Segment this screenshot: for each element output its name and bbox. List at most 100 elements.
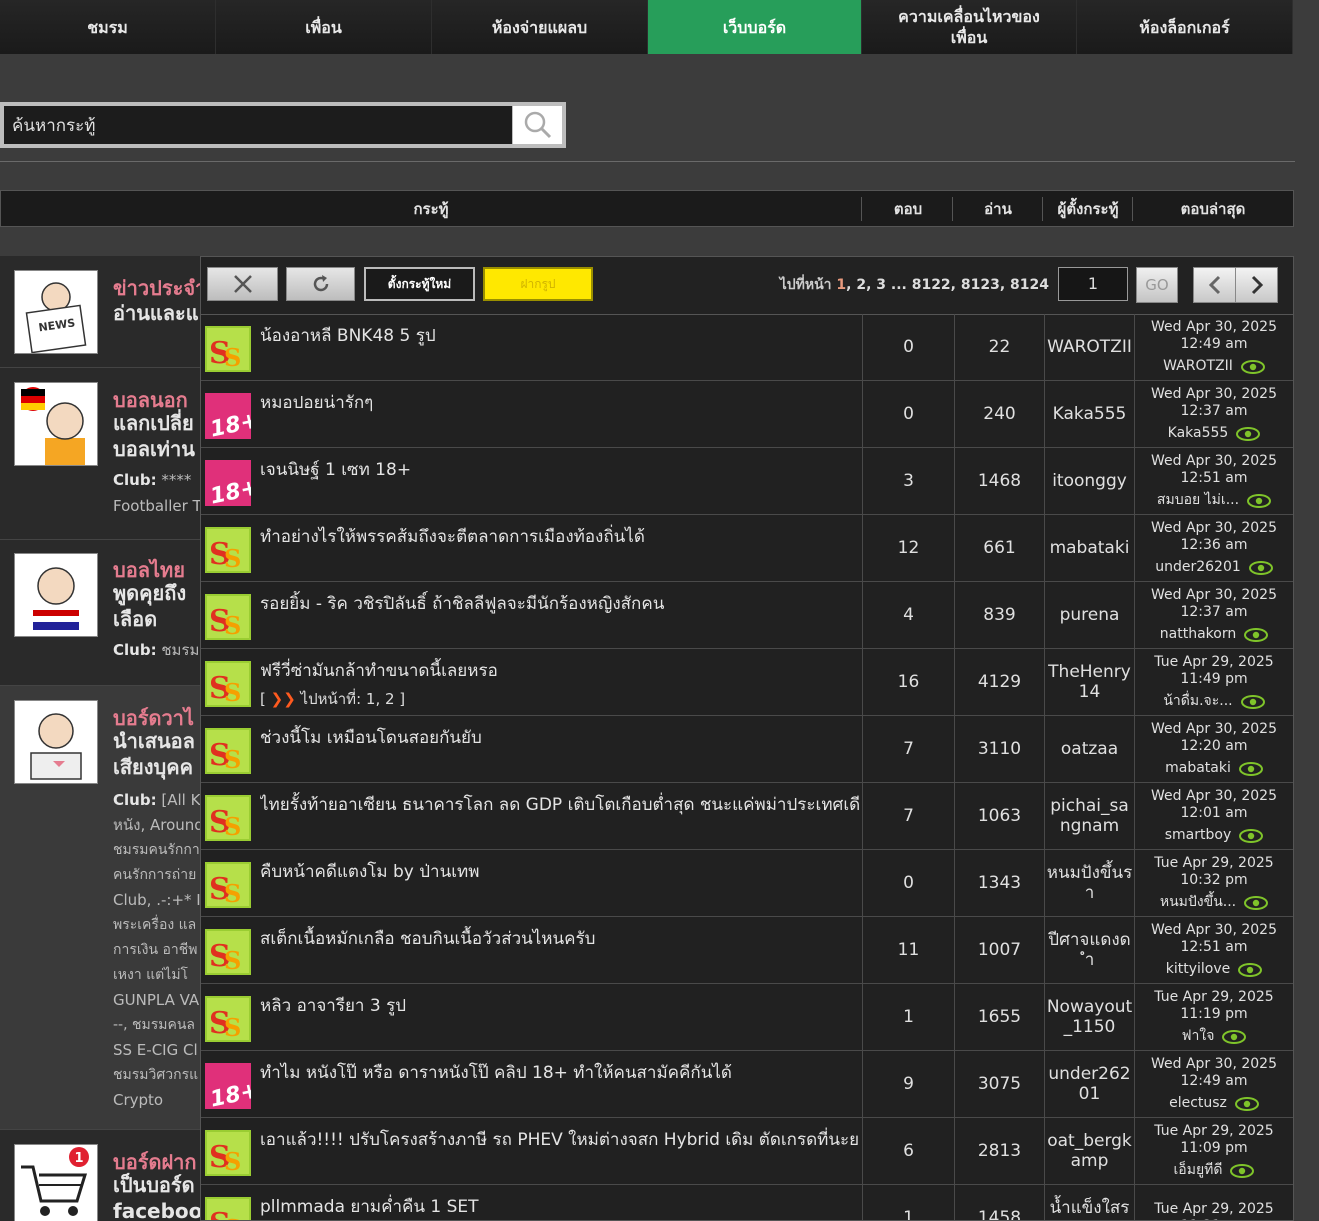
- topic-subject[interactable]: ทำไม หนังโป๊ หรือ ดาราหนังโป๊ คลิป 18+ ท…: [260, 1059, 860, 1086]
- last-reply-user[interactable]: smartboy: [1165, 827, 1232, 844]
- prev-page-button[interactable]: [1193, 267, 1236, 303]
- club-meta: หนัง, Around: [113, 816, 200, 834]
- eye-icon[interactable]: [1248, 560, 1273, 575]
- topic-author[interactable]: oatzaa: [1044, 716, 1134, 782]
- club-item[interactable]: บอลนอก แลกเปลี่ย บอลเท่าน Club: **** Foo…: [0, 368, 200, 540]
- tab-webboard[interactable]: เว็บบอร์ด: [648, 0, 862, 54]
- search-button[interactable]: [513, 106, 562, 144]
- topic-subject[interactable]: สเต็กเนื้อหมักเกลือ ชอบกินเนื้อวัวส่วนไห…: [260, 925, 860, 952]
- next-page-button[interactable]: [1235, 267, 1278, 303]
- last-reply-user[interactable]: ฟาใจ: [1182, 1028, 1215, 1045]
- ss-icon: SS: [205, 1130, 251, 1176]
- last-reply-user[interactable]: kittyilove: [1166, 961, 1231, 978]
- table-row[interactable]: S S ช่วงนี้โม เหมือนโดนสอยกันยับ 7 3110 oatza…: [201, 716, 1293, 783]
- last-reply-user[interactable]: natthakorn: [1160, 626, 1236, 643]
- eye-icon[interactable]: [1247, 493, 1272, 508]
- eye-icon[interactable]: [1239, 828, 1264, 843]
- last-reply-user[interactable]: Kaka555: [1168, 425, 1229, 442]
- topic-author[interactable]: oat_bergkamp: [1044, 1118, 1134, 1184]
- table-row[interactable]: 18+ หมอปอยน่ารักๆ 0 240 Kaka555 Wed Apr 30, 2…: [201, 381, 1293, 448]
- topic-subject[interactable]: คืบหน้าคดีแตงโม by ป่านเทพ: [260, 858, 860, 885]
- page-number-input[interactable]: 1: [1058, 267, 1128, 301]
- last-reply: Wed Apr 30, 2025 12:49 am WAROTZII: [1134, 314, 1293, 380]
- table-row[interactable]: S S ไทยรั้งท้ายอาเซียน ธนาคารโลก ลด GDP เต…: [201, 783, 1293, 850]
- go-button[interactable]: GO: [1136, 267, 1178, 303]
- eye-icon[interactable]: [1230, 1163, 1255, 1178]
- topic-subject[interactable]: ทำอย่างไรให้พรรคส้มถึงจะตีตลาดการเมืองท้…: [260, 523, 860, 550]
- tab-club[interactable]: ชมรม: [0, 0, 216, 54]
- tab-chat-room[interactable]: ห้องจ่ายแผลบ: [432, 0, 648, 54]
- eye-icon[interactable]: [1238, 761, 1263, 776]
- last-reply-user[interactable]: สมบอย ไม่เ...: [1157, 492, 1239, 509]
- topic-subject[interactable]: หลิว อาจารียา 3 รูป: [260, 992, 860, 1019]
- club-item[interactable]: NEWS ข่าวประจำ อ่านและแ: [0, 256, 200, 368]
- table-row[interactable]: S S รอยยิ้ม - ริค วชิรปิลันธิ์ ถ้าชิลลีฟูล…: [201, 582, 1293, 649]
- topic-subject[interactable]: น้องอาหลี BNK48 5 รูป: [260, 322, 860, 349]
- topic-author[interactable]: น้ำแข็งใสราด: [1044, 1185, 1134, 1220]
- club-item[interactable]: บอร์ดวาไ นำเสนอล เสียงบุคค Club: [All K …: [0, 686, 200, 1130]
- eye-icon[interactable]: [1222, 1029, 1247, 1044]
- last-reply-user[interactable]: WAROTZII: [1163, 358, 1233, 375]
- read-count: 22: [954, 314, 1044, 380]
- last-reply-user[interactable]: เอ็มยูทีดี: [1174, 1162, 1223, 1179]
- table-row[interactable]: SS pllmmada ยามค่ำคืน 1 SET11458น้ำแข็งใส…: [201, 1185, 1293, 1220]
- topic-subject[interactable]: เจนนิษฐ์ 1 เซท 18+: [260, 456, 860, 483]
- topic-author[interactable]: pichai_sangnam: [1044, 783, 1134, 849]
- eye-icon[interactable]: [1238, 962, 1263, 977]
- table-row[interactable]: S S ฟรีวี่ซ่ามันกล้าทำขนาดนี้เลยหรอ [ ❯❯ ไป…: [201, 649, 1293, 716]
- topic-author[interactable]: Kaka555: [1044, 381, 1134, 447]
- topic-subject[interactable]: รอยยิ้ม - ริค วชิรปิลันธิ์ ถ้าชิลลีฟูลจะ…: [260, 590, 860, 617]
- table-header: กระทู้ ตอบ อ่าน ผู้ตั้งกระทู้ ตอบล่าสุด: [0, 190, 1294, 227]
- last-reply-user[interactable]: mabataki: [1165, 760, 1231, 777]
- eye-icon[interactable]: [1244, 627, 1269, 642]
- topic-page-links[interactable]: 1, 2: [366, 690, 395, 708]
- table-row[interactable]: S S เอาแล้ว!!!! ปรับโครงสร้างภาษี รถ PHEV …: [201, 1118, 1293, 1185]
- tab-friends[interactable]: เพื่อน: [216, 0, 432, 54]
- upload-image-button[interactable]: ฝากรูป: [483, 267, 593, 301]
- last-reply-user[interactable]: electusz: [1169, 1095, 1227, 1112]
- topic-author[interactable]: Nowayout_1150: [1044, 984, 1134, 1050]
- table-row[interactable]: S S หลิว อาจารียา 3 รูป 1 1655 Nowayout_1150 T…: [201, 984, 1293, 1051]
- topic-subject[interactable]: ไทยรั้งท้ายอาเซียน ธนาคารโลก ลด GDP เติบ…: [260, 791, 860, 818]
- club-meta: Club: ****: [113, 471, 192, 489]
- club-meta: GUNPLA VAI: [113, 991, 200, 1009]
- board-toolbar: ตั้งกระทู้ใหม่ ฝากรูป ไปที่หน้า 1, 2, 3 …: [201, 257, 1293, 315]
- eye-icon[interactable]: [1236, 426, 1261, 441]
- topic-subject[interactable]: หมอปอยน่ารักๆ: [260, 389, 860, 416]
- eye-icon[interactable]: [1240, 359, 1265, 374]
- topic-author[interactable]: mabataki: [1044, 515, 1134, 581]
- topic-author[interactable]: หนมปังขึ้นรา: [1044, 850, 1134, 916]
- last-reply-user[interactable]: หนมปังขึ้น...: [1160, 894, 1236, 911]
- topic-author[interactable]: under26201: [1044, 1051, 1134, 1117]
- eye-icon[interactable]: [1234, 1096, 1259, 1111]
- last-reply-user[interactable]: น้าดื่ม.จะ...: [1163, 693, 1232, 710]
- eye-icon[interactable]: [1240, 694, 1265, 709]
- close-button[interactable]: [207, 267, 278, 301]
- table-row[interactable]: S S ทำอย่างไรให้พรรคส้มถึงจะตีตลาดการเมือง…: [201, 515, 1293, 582]
- refresh-button[interactable]: [286, 267, 355, 301]
- topic-author[interactable]: itoonggy: [1044, 448, 1134, 514]
- page-links[interactable]: , 2, 3 ... 8122, 8123, 8124: [846, 277, 1049, 293]
- topic-subject[interactable]: ช่วงนี้โม เหมือนโดนสอยกันยับ: [260, 724, 860, 751]
- table-row[interactable]: S S สเต็กเนื้อหมักเกลือ ชอบกินเนื้อวัวส่วน…: [201, 917, 1293, 984]
- last-reply-user[interactable]: under26201: [1155, 559, 1241, 576]
- tab-friend-activity[interactable]: ความเคลื่อนไหวของเพื่อน: [862, 0, 1077, 54]
- topic-subject[interactable]: ฟรีวี่ซ่ามันกล้าทำขนาดนี้เลยหรอ: [260, 657, 860, 684]
- topic-author[interactable]: TheHenry14: [1044, 649, 1134, 715]
- club-item[interactable]: 1 บอร์ดฝาก เป็นบอร์ด faceboo: [0, 1130, 200, 1221]
- topic-subject[interactable]: เอาแล้ว!!!! ปรับโครงสร้างภาษี รถ PHEV ให…: [260, 1126, 860, 1153]
- topic-author[interactable]: ปีศาจแดงดำ: [1044, 917, 1134, 983]
- table-row[interactable]: 18+ เจนนิษฐ์ 1 เซท 18+ 3 1468 itoonggy Wed Ap…: [201, 448, 1293, 515]
- table-row[interactable]: 18+ ทำไม หนังโป๊ หรือ ดาราหนังโป๊ คลิป 18…: [201, 1051, 1293, 1118]
- eye-icon[interactable]: [1244, 895, 1269, 910]
- club-item[interactable]: บอลไทย พูดคุยถึง เลือด Club: ชมรม: [0, 540, 200, 686]
- topic-author[interactable]: purena: [1044, 582, 1134, 648]
- table-row[interactable]: S S น้องอาหลี BNK48 5 รูป 0 22 WAROTZII Wed Ap…: [201, 314, 1293, 381]
- club-meta: Crypto: [113, 1091, 164, 1109]
- tab-locker-room[interactable]: ห้องล็อกเกอร์: [1077, 0, 1293, 54]
- new-topic-button[interactable]: ตั้งกระทู้ใหม่: [364, 267, 475, 301]
- search-input[interactable]: [4, 106, 512, 144]
- table-row[interactable]: S S คืบหน้าคดีแตงโม by ป่านเทพ 0 1343 หนมปังข…: [201, 850, 1293, 917]
- topic-author[interactable]: WAROTZII: [1044, 314, 1134, 380]
- topic-subject[interactable]: pllmmada ยามค่ำคืน 1 SET: [260, 1193, 860, 1220]
